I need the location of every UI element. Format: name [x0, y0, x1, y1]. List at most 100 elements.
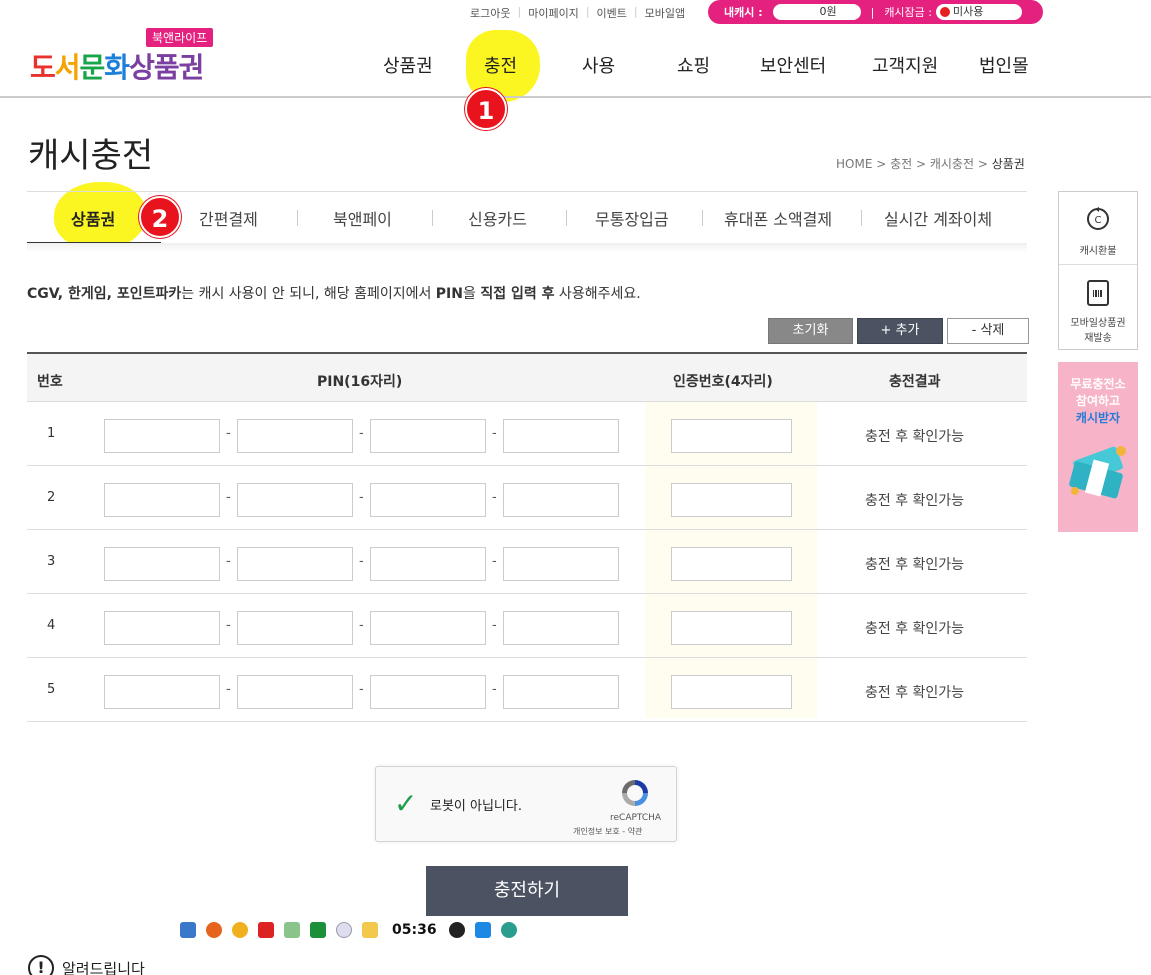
auth-code-input[interactable] — [671, 611, 792, 645]
recaptcha-checkbox[interactable]: ✓ — [394, 787, 417, 820]
dash: - — [226, 554, 231, 569]
nav-giftcard[interactable]: 상품권 — [383, 52, 433, 78]
recaptcha-brand: reCAPTCHA — [610, 813, 662, 823]
row-number: 4 — [47, 618, 56, 633]
auth-code-input[interactable] — [671, 419, 792, 453]
tab-credit-card[interactable]: 신용카드 — [468, 206, 527, 230]
dash: - — [492, 682, 497, 697]
globe-icon[interactable] — [336, 922, 352, 938]
reset-button[interactable]: 초기화 — [768, 318, 853, 344]
browser-icon[interactable] — [206, 922, 222, 938]
cash-lock-toggle[interactable]: 미사용 — [936, 4, 1022, 20]
logo-badge: 북앤라이프 — [146, 28, 214, 47]
dash: - — [492, 426, 497, 441]
pin-input-3[interactable] — [370, 419, 486, 453]
svg-text:C: C — [1095, 215, 1102, 226]
tab-easy-pay[interactable]: 간편결제 — [199, 206, 258, 230]
app-icon[interactable] — [258, 922, 274, 938]
notepad-icon[interactable] — [284, 922, 300, 938]
app-icon[interactable] — [474, 922, 491, 938]
banner-line-2: 참여하고 — [1075, 394, 1121, 408]
pin-input-3[interactable] — [370, 547, 486, 581]
row-number: 5 — [47, 682, 56, 697]
pin-input-4[interactable] — [503, 547, 619, 581]
delete-row-button[interactable]: - 삭제 — [947, 318, 1029, 344]
utility-links: 로그아웃 | 마이페이지 | 이벤트 | 모바일앱 — [470, 5, 685, 21]
app-icon[interactable] — [310, 922, 326, 938]
cash-refund-link[interactable]: C 캐시환불 — [1059, 206, 1137, 257]
recaptcha-label: 로봇이 아닙니다. — [430, 799, 522, 814]
pin-input-2[interactable] — [237, 675, 353, 709]
pin-input-1[interactable] — [104, 419, 220, 453]
mypage-link[interactable]: 마이페이지 — [528, 5, 579, 21]
row-number: 2 — [47, 490, 56, 505]
tab-divider — [432, 210, 433, 226]
pin-input-1[interactable] — [104, 547, 220, 581]
free-charge-banner[interactable]: 무료충전소 참여하고 캐시받자 — [1058, 362, 1138, 532]
refund-cycle-icon: C — [1087, 207, 1109, 230]
nav-corporate-mall[interactable]: 법인몰 — [979, 52, 1029, 78]
banner-line-1: 무료충전소 — [1070, 377, 1126, 391]
app-icon[interactable] — [448, 922, 465, 938]
header-divider — [0, 96, 1151, 98]
col-header-number: 번호 — [37, 374, 63, 390]
dash: - — [492, 490, 497, 505]
tab-booknpay[interactable]: 북앤페이 — [333, 206, 392, 230]
tab-mobile-payment[interactable]: 휴대폰 소액결제 — [724, 206, 832, 230]
pin-input-3[interactable] — [370, 675, 486, 709]
pin-input-1[interactable] — [104, 675, 220, 709]
auth-code-input[interactable] — [671, 483, 792, 517]
event-link[interactable]: 이벤트 — [597, 5, 627, 21]
tab-giftcard[interactable]: 상품권 — [71, 206, 115, 230]
table-row: 4 - - - 충전 후 확인가능 — [27, 594, 1027, 658]
nav-use[interactable]: 사용 — [582, 52, 615, 78]
pin-input-2[interactable] — [237, 483, 353, 517]
tab-bank-deposit[interactable]: 무통장입금 — [595, 206, 669, 230]
charge-result: 충전 후 확인가능 — [865, 685, 965, 701]
pin-input-2[interactable] — [237, 419, 353, 453]
notice-text: CGV, 한게임, 포인트파카는 캐시 사용이 안 되니, 해당 홈페이지에서 … — [27, 286, 641, 302]
nav-security-center[interactable]: 보안센터 — [760, 52, 826, 78]
nav-customer-support[interactable]: 고객지원 — [872, 52, 938, 78]
charge-result: 충전 후 확인가능 — [865, 429, 965, 445]
col-header-pin: PIN(16자리) — [317, 374, 403, 390]
folder-icon[interactable] — [362, 922, 378, 938]
pin-input-1[interactable] — [104, 483, 220, 517]
pin-input-4[interactable] — [503, 419, 619, 453]
pin-input-2[interactable] — [237, 611, 353, 645]
nav-charge[interactable]: 충전 — [484, 52, 517, 78]
recaptcha-terms-link[interactable]: 개인정보 보호 - 약관 — [573, 826, 642, 837]
mobile-giftcard-resend-link[interactable]: 모바일상품권 재발송 — [1059, 280, 1137, 344]
tab-realtime-transfer[interactable]: 실시간 계좌이체 — [884, 206, 992, 230]
divider: | — [517, 5, 522, 18]
app-icon[interactable] — [232, 922, 248, 938]
charge-result: 충전 후 확인가능 — [865, 557, 965, 573]
auth-code-input[interactable] — [671, 547, 792, 581]
pin-input-4[interactable] — [503, 483, 619, 517]
add-row-button[interactable]: + 추가 — [857, 318, 943, 344]
table-row: 1 - - - 충전 후 확인가능 — [27, 402, 1027, 466]
pin-input-4[interactable] — [503, 675, 619, 709]
dash: - — [226, 426, 231, 441]
charge-submit-button[interactable]: 충전하기 — [426, 866, 628, 916]
tab-divider — [297, 210, 298, 226]
pin-input-1[interactable] — [104, 611, 220, 645]
pin-input-3[interactable] — [370, 483, 486, 517]
my-cash-value: 0원 — [772, 4, 861, 20]
dash: - — [359, 618, 364, 633]
cash-refund-label: 캐시환불 — [1079, 246, 1117, 257]
notice-section-title: 알려드립니다 — [62, 959, 145, 975]
auth-code-input[interactable] — [671, 675, 792, 709]
notice-section-heading: ! 알려드립니다 — [28, 955, 145, 975]
dash: - — [359, 554, 364, 569]
pin-input-2[interactable] — [237, 547, 353, 581]
app-icon[interactable] — [180, 922, 196, 938]
mobile-app-link[interactable]: 모바일앱 — [645, 5, 685, 21]
nav-shopping[interactable]: 쇼핑 — [677, 52, 710, 78]
pin-input-4[interactable] — [503, 611, 619, 645]
logout-link[interactable]: 로그아웃 — [470, 5, 510, 21]
my-cash-label: 내캐시 : — [724, 6, 763, 19]
app-icon[interactable] — [500, 922, 517, 938]
charge-result: 충전 후 확인가능 — [865, 621, 965, 637]
pin-input-3[interactable] — [370, 611, 486, 645]
